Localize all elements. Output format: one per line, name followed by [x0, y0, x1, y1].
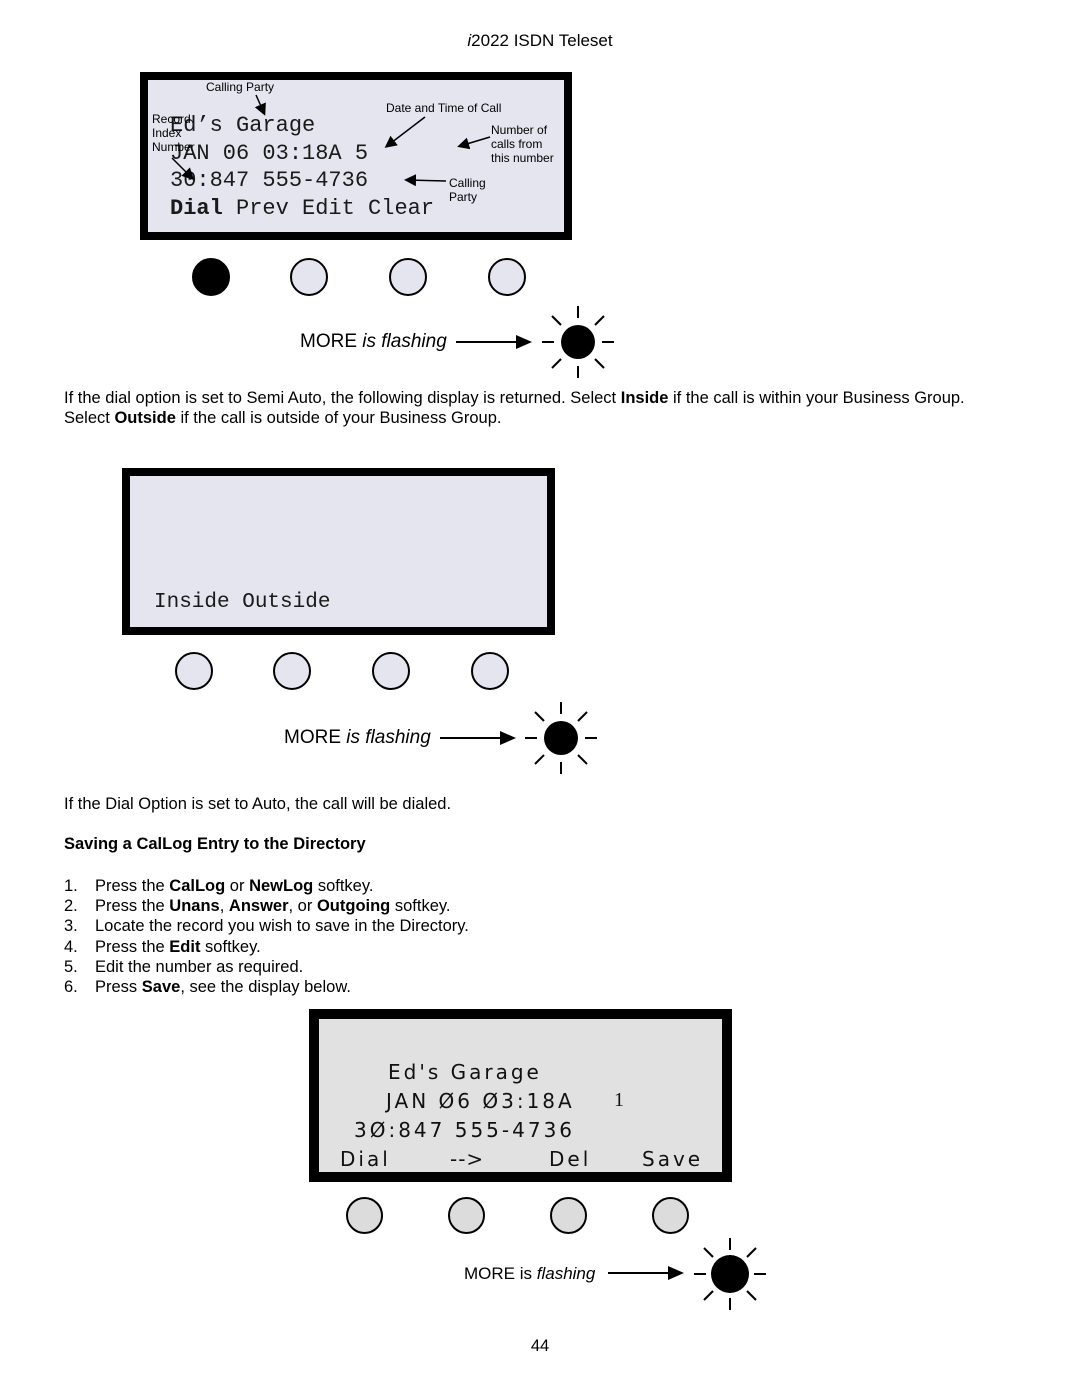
softkey-button-inside[interactable]	[175, 652, 213, 690]
softkey-button-next[interactable]	[448, 1197, 485, 1234]
auto-dial-paragraph: If the Dial Option is set to Auto, the c…	[64, 795, 452, 813]
more-flashing-caption: MORE is flashing	[464, 1264, 595, 1284]
text-run: Press	[95, 978, 142, 997]
step-item: 4. Press the Edit softkey.	[64, 937, 469, 957]
lcd-line-number: 3Ø:847 555-4736	[354, 1118, 576, 1142]
text-run-bold: NewLog	[249, 877, 314, 895]
arrow-record-index	[171, 157, 195, 181]
arrow-calling-party-right	[404, 174, 447, 187]
step-item: 5. Edit the number as required.	[64, 957, 469, 977]
text-run: , or	[288, 897, 317, 916]
softkey-button-4b[interactable]	[471, 652, 509, 690]
softkey-button-dial[interactable]	[346, 1197, 383, 1234]
text-run: softkey.	[390, 897, 451, 916]
step-number: 5.	[64, 957, 78, 976]
softkey-label-dial: Dial	[340, 1147, 391, 1171]
text-run: Press the	[95, 937, 170, 956]
text-run: or	[225, 877, 250, 895]
arrow-date-time	[384, 116, 426, 148]
step-item: 2. Press the Unans, Answer, or Outgoing s…	[64, 896, 469, 916]
step-item: 3. Locate the record you wish to save in …	[64, 916, 469, 936]
text-run: Edit the number as required.	[95, 957, 304, 976]
softkey-button-outside[interactable]	[273, 652, 311, 690]
text-run-bold: Edit	[169, 937, 201, 956]
softkey-button-4[interactable]	[488, 258, 526, 296]
text-run-bold: Save	[141, 978, 181, 997]
softkey-button-del[interactable]	[550, 1197, 587, 1234]
step-item: 1. Press the CalLog or NewLog softkey.	[64, 876, 469, 896]
softkey-button-1[interactable]	[192, 258, 230, 296]
more-flashing-caption: MORE is flashing	[300, 331, 447, 353]
more-flashing-light-icon	[542, 306, 614, 378]
text-run: Locate the record you wish to save in th…	[95, 917, 469, 936]
text-run-bold: Inside	[620, 389, 669, 407]
more-word: MORE	[300, 331, 357, 352]
more-word: MORE	[284, 727, 341, 748]
text-run: , see the display below.	[180, 978, 351, 997]
text-run: softkey.	[313, 877, 374, 895]
arrow-right-icon	[440, 731, 516, 745]
lcd-softkey-row-2: Inside Outside	[154, 591, 331, 614]
text-run: ,	[219, 897, 229, 916]
more-rest: is flashing	[346, 727, 431, 748]
lcd-line-count: 1	[614, 1089, 624, 1111]
lcd-line-date: JAN Ø6 Ø3:18A	[386, 1089, 575, 1113]
annotation-arrows	[171, 94, 491, 187]
more-rest: flashing	[536, 1264, 596, 1283]
page-number: 44	[530, 1337, 550, 1355]
step-item: 6. Press Save, see the display below.	[64, 977, 469, 997]
lcd-line-name: Ed's Garage	[388, 1060, 542, 1084]
step-number: 2.	[64, 897, 78, 916]
text-run-bold: Outgoing	[316, 897, 391, 916]
step-number: 1.	[64, 877, 78, 895]
text-run: Press the	[95, 877, 170, 895]
text-run-bold: Answer	[228, 897, 289, 916]
semi-auto-paragraph: If the dial option is set to Semi Auto, …	[64, 388, 984, 428]
text-run: Press the	[95, 897, 170, 916]
softkey-label-save: Save	[642, 1147, 704, 1171]
more-word: MORE is	[464, 1264, 532, 1283]
softkey-label-del: Del	[549, 1147, 592, 1171]
more-flashing-light-icon	[694, 1238, 766, 1310]
text-run-bold: Unans	[169, 897, 220, 916]
step-number: 4.	[64, 937, 78, 956]
step-number: 3.	[64, 917, 78, 936]
softkey-button-3b[interactable]	[372, 652, 410, 690]
softkey-label-next: -->	[450, 1147, 485, 1171]
arrow-right-icon	[456, 335, 532, 349]
arrow-right-icon	[608, 1266, 684, 1280]
more-flashing-caption: MORE is flashing	[284, 727, 431, 749]
more-flashing-light-icon	[525, 702, 597, 774]
text-run: if the call is outside of your Business …	[175, 409, 502, 427]
text-run-bold: Outside	[114, 409, 176, 427]
text-run: softkey.	[200, 937, 261, 956]
softkey-button-3[interactable]	[389, 258, 427, 296]
softkey-button-save[interactable]	[652, 1197, 689, 1234]
text-run: If the dial option is set to Semi Auto, …	[64, 389, 621, 407]
more-rest: is flashing	[362, 331, 447, 352]
text-run-bold: CalLog	[169, 877, 226, 895]
section-heading: Saving a CalLog Entry to the Directory	[64, 835, 366, 853]
arrow-num-calls	[457, 136, 491, 150]
step-number: 6.	[64, 978, 78, 997]
steps-list: 1. Press the CalLog or NewLog softkey. 2.…	[64, 876, 469, 997]
arrow-calling-party	[254, 94, 266, 116]
softkey-button-2[interactable]	[290, 258, 328, 296]
